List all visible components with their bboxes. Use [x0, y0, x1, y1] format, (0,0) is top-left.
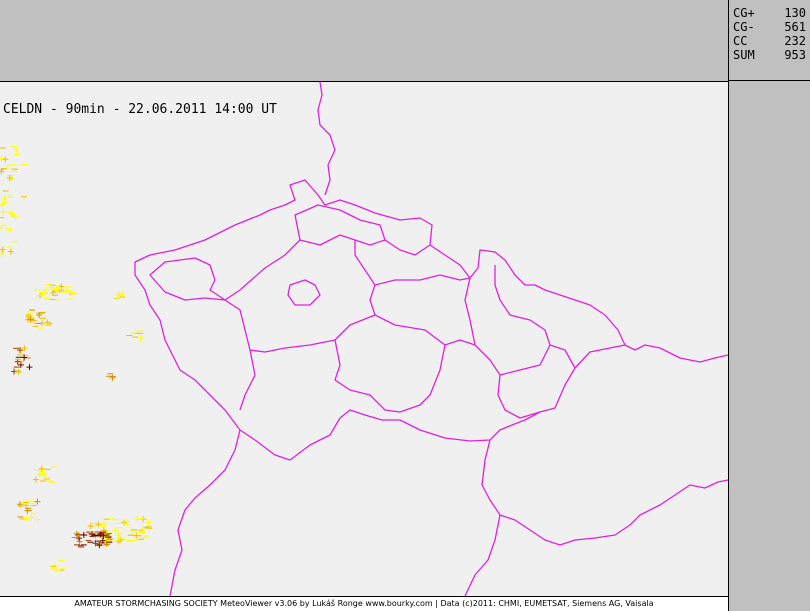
stat-row-cg-minus: CG- 561 [733, 20, 806, 34]
stat-value: 953 [784, 48, 806, 62]
footer-credits: AMATEUR STORMCHASING SOCIETY MeteoViewer… [0, 596, 729, 611]
czech-border [134, 179, 626, 461]
strike-positive-mark [76, 538, 83, 545]
region-border [474, 265, 551, 376]
region-border [374, 274, 471, 286]
stat-label: CG+ [733, 6, 755, 20]
strike-positive-mark [87, 523, 94, 530]
strike-positive-mark [34, 516, 41, 523]
stat-row-cg-plus: CG+ 130 [733, 6, 806, 20]
strike-positive-mark [2, 156, 9, 163]
strike-positive-mark [124, 518, 131, 525]
strike-positive-mark [44, 319, 51, 326]
region-border [239, 349, 256, 411]
strike-stats: CG+ 130 CG- 561 CC 232 SUM 953 [729, 0, 810, 81]
strike-positive-mark [34, 498, 41, 505]
map-svg [0, 82, 728, 596]
side-panel: CG+ 130 CG- 561 CC 232 SUM 953 [729, 0, 810, 610]
country-border [169, 429, 241, 596]
stat-value: 232 [784, 34, 806, 48]
region-border [374, 277, 476, 346]
country-border [464, 514, 501, 596]
stat-value: 561 [784, 20, 806, 34]
strike-positive-mark [30, 317, 37, 324]
stat-label: CG- [733, 20, 755, 34]
strike-positive-mark [32, 476, 39, 483]
prague-border [287, 279, 321, 306]
region-border [224, 234, 376, 353]
region-border [497, 374, 541, 419]
stat-label: CC [733, 34, 748, 48]
strike-positive-mark [26, 364, 33, 371]
country-border [317, 82, 336, 196]
top-bar [0, 0, 729, 82]
stat-label: SUM [733, 48, 755, 62]
lightning-map: CELDN - 90min - 22.06.2011 14:00 UT [0, 82, 729, 596]
strike-positive-mark [0, 155, 5, 162]
map-title: CELDN - 90min - 22.06.2011 14:00 UT [3, 102, 277, 117]
stat-row-cc: CC 232 [733, 34, 806, 48]
stat-row-sum: SUM 953 [733, 48, 806, 62]
strike-positive-mark [43, 286, 50, 293]
strike-positive-mark [95, 521, 102, 528]
strike-positive-mark [145, 519, 152, 526]
region-border [334, 339, 446, 413]
region-border [549, 344, 576, 369]
strike-positive-mark [13, 146, 20, 153]
strike-positive-mark [23, 515, 30, 522]
region-border [149, 257, 226, 301]
strike-positive-mark [0, 246, 6, 253]
strike-positive-mark [1, 195, 8, 202]
country-border [481, 439, 728, 546]
lightning-strikes [0, 145, 153, 573]
region-border [384, 239, 431, 256]
stat-value: 130 [784, 6, 806, 20]
strike-positive-mark [0, 208, 7, 215]
country-border [624, 344, 728, 363]
strike-positive-mark [112, 528, 119, 535]
strike-positive-mark [28, 514, 35, 521]
strike-positive-mark [15, 368, 22, 375]
strike-positive-mark [137, 335, 144, 342]
